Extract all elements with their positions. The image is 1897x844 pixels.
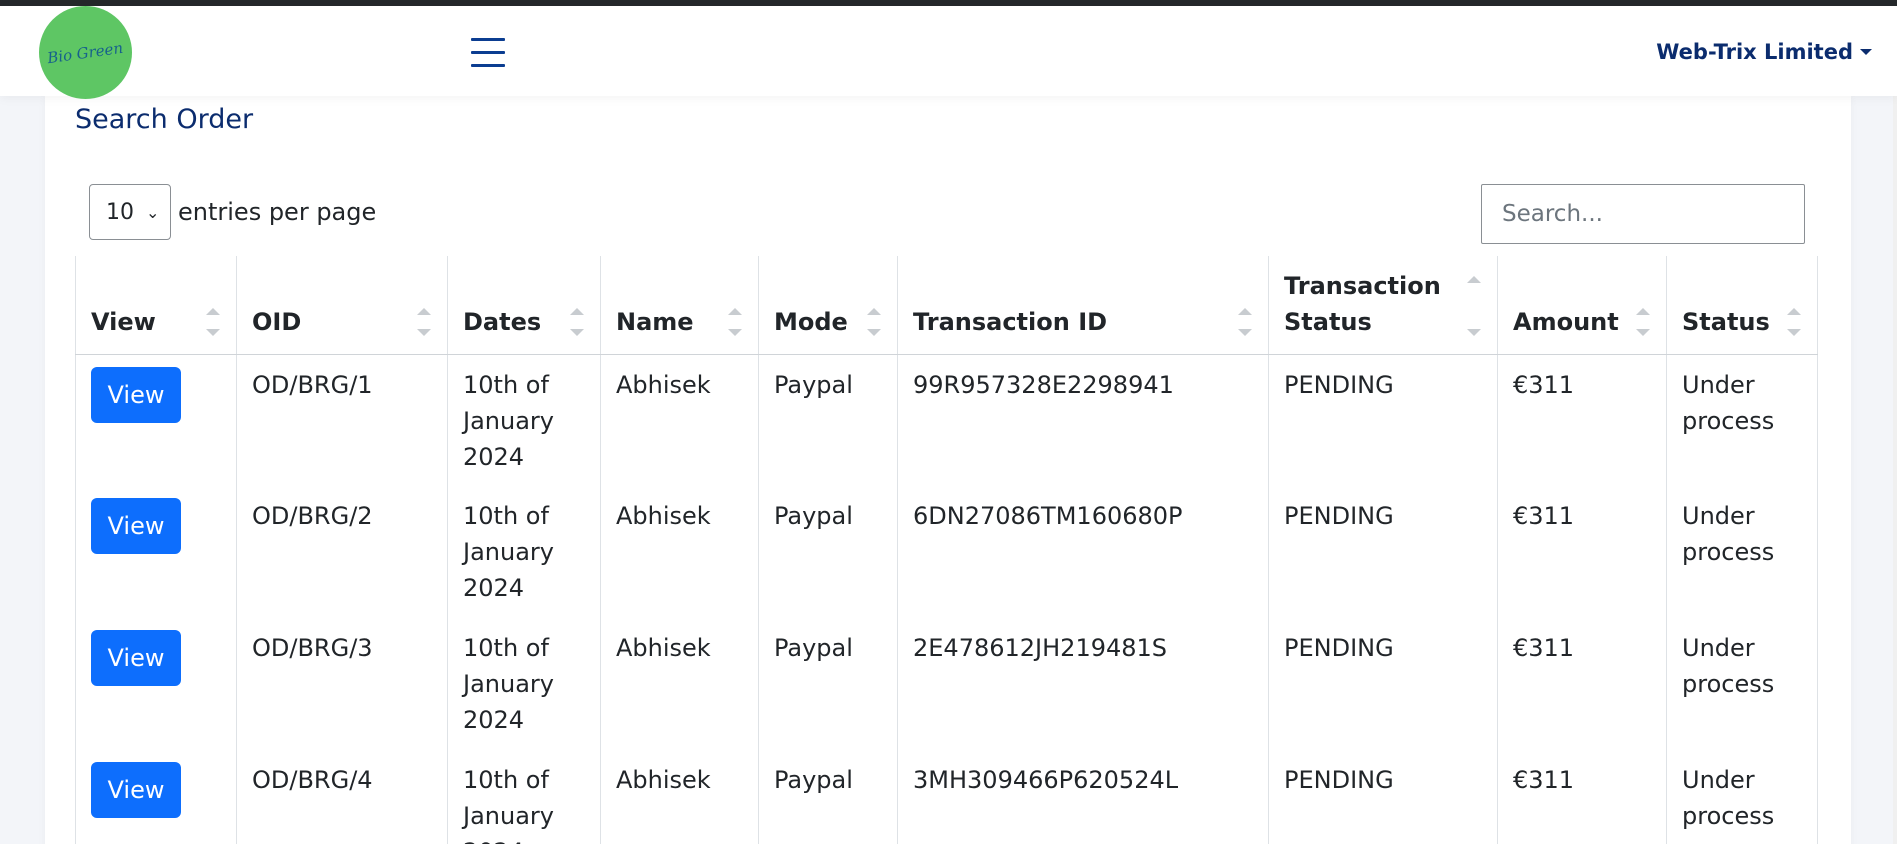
view-order-button[interactable]: View <box>91 630 181 686</box>
cell-status: Under process <box>1666 354 1818 486</box>
cell-transaction-id: 2E478612JH219481S <box>897 618 1269 750</box>
user-menu-dropdown[interactable]: Web-Trix Limited <box>1656 40 1872 64</box>
cell-view: View <box>75 354 237 486</box>
column-header-dates[interactable]: Dates <box>447 256 601 355</box>
cell-mode: Paypal <box>758 618 898 750</box>
hamburger-menu-icon[interactable] <box>471 38 505 68</box>
column-header-transaction-id[interactable]: Transaction ID <box>897 256 1269 355</box>
page-title: Search Order <box>75 104 254 135</box>
sort-icon <box>417 304 431 340</box>
caret-down-icon <box>1860 49 1872 55</box>
cell-mode: Paypal <box>758 750 898 844</box>
view-order-button[interactable]: View <box>91 762 181 818</box>
table-row: View OD/BRG/3 10th of January 2024 Abhis… <box>75 618 1818 750</box>
cell-name: Abhisek <box>600 486 759 618</box>
cell-amount: €311 <box>1497 750 1667 844</box>
cell-mode: Paypal <box>758 486 898 618</box>
entries-per-page-select[interactable]: 10 ⌄ <box>89 184 171 240</box>
cell-status: Under process <box>1666 618 1818 750</box>
column-header-oid[interactable]: OID <box>236 256 448 355</box>
column-header-name[interactable]: Name <box>600 256 759 355</box>
view-order-button[interactable]: View <box>91 366 181 423</box>
chevron-down-icon: ⌄ <box>146 202 160 222</box>
entries-per-page: 10 ⌄ entries per page <box>89 184 376 240</box>
cell-name: Abhisek <box>600 750 759 844</box>
sort-icon <box>1467 272 1481 340</box>
column-header-view[interactable]: View <box>75 256 237 355</box>
cell-oid: OD/BRG/1 <box>236 354 448 486</box>
brand-logo[interactable]: Bio Green <box>39 6 132 99</box>
cell-date: 10th of January 2024 <box>447 486 601 618</box>
orders-card: Search Order 10 ⌄ entries per page View … <box>45 96 1851 844</box>
column-header-status[interactable]: Status <box>1666 256 1818 355</box>
sort-icon <box>1787 304 1801 340</box>
cell-oid: OD/BRG/3 <box>236 618 448 750</box>
cell-date: 10th of January 2024 <box>447 618 601 750</box>
cell-transaction-id: 99R957328E2298941 <box>897 354 1269 486</box>
logo-text: Bio Green <box>46 38 125 67</box>
column-header-transaction-status[interactable]: Transaction Status <box>1268 256 1498 355</box>
cell-view: View <box>75 618 237 750</box>
cell-view: View <box>75 750 237 844</box>
view-order-button[interactable]: View <box>91 498 181 554</box>
sort-icon <box>570 304 584 340</box>
sort-icon <box>206 304 220 340</box>
cell-transaction-id: 6DN27086TM160680P <box>897 486 1269 618</box>
cell-amount: €311 <box>1497 486 1667 618</box>
sort-icon <box>728 304 742 340</box>
cell-transaction-status: PENDING <box>1268 486 1498 618</box>
column-header-amount[interactable]: Amount <box>1497 256 1667 355</box>
sort-icon <box>1238 304 1252 340</box>
column-header-mode[interactable]: Mode <box>758 256 898 355</box>
sort-icon <box>867 304 881 340</box>
entries-per-page-label: entries per page <box>178 198 377 226</box>
page-scrollbar[interactable] <box>1893 96 1897 844</box>
cell-transaction-status: PENDING <box>1268 618 1498 750</box>
cell-amount: €311 <box>1497 354 1667 486</box>
sort-icon <box>1636 304 1650 340</box>
cell-mode: Paypal <box>758 354 898 486</box>
table-header-row: View OID Dates Name Mode Transaction ID … <box>75 256 1818 355</box>
table-row: View OD/BRG/2 10th of January 2024 Abhis… <box>75 486 1818 618</box>
table-row: View OD/BRG/4 10th of January 2024 Abhis… <box>75 750 1818 844</box>
cell-oid: OD/BRG/2 <box>236 486 448 618</box>
cell-status: Under process <box>1666 486 1818 618</box>
cell-oid: OD/BRG/4 <box>236 750 448 844</box>
cell-transaction-id: 3MH309466P620524L <box>897 750 1269 844</box>
cell-date: 10th of January 2024 <box>447 354 601 486</box>
cell-date: 10th of January 2024 <box>447 750 601 844</box>
orders-table: View OID Dates Name Mode Transaction ID … <box>75 256 1818 844</box>
cell-transaction-status: PENDING <box>1268 354 1498 486</box>
user-menu-label: Web-Trix Limited <box>1656 40 1853 64</box>
cell-transaction-status: PENDING <box>1268 750 1498 844</box>
cell-amount: €311 <box>1497 618 1667 750</box>
search-input[interactable] <box>1481 184 1805 244</box>
cell-view: View <box>75 486 237 618</box>
entries-select-value: 10 <box>106 199 134 225</box>
table-row: View OD/BRG/1 10th of January 2024 Abhis… <box>75 354 1818 486</box>
cell-name: Abhisek <box>600 354 759 486</box>
cell-name: Abhisek <box>600 618 759 750</box>
cell-status: Under process <box>1666 750 1818 844</box>
top-navbar: Bio Green Web-Trix Limited <box>0 6 1897 99</box>
